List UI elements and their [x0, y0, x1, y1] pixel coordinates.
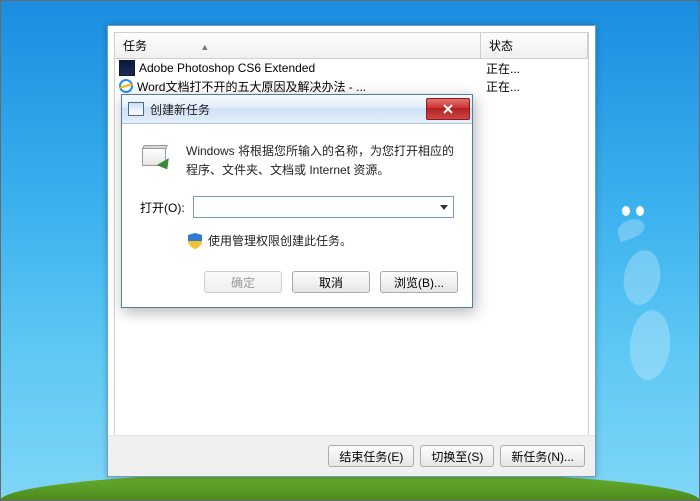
task-manager-button-bar: 结束任务(E) 切换至(S) 新任务(N)...	[108, 435, 595, 476]
ok-button[interactable]: 确定	[204, 271, 282, 293]
dialog-message: Windows 将根据您所输入的名称，为您打开相应的程序、文件夹、文档或 Int…	[186, 142, 454, 180]
desktop-leaf	[619, 247, 664, 307]
dialog-title: 创建新任务	[150, 101, 426, 118]
browse-button[interactable]: 浏览(B)...	[380, 271, 458, 293]
close-icon	[443, 104, 453, 114]
column-header-status-label: 状态	[489, 39, 513, 53]
cancel-button[interactable]: 取消	[292, 271, 370, 293]
task-row[interactable]: Adobe Photoshop CS6 Extended 正在...	[115, 59, 588, 77]
column-header-task-label: 任务	[123, 39, 147, 53]
ie-icon	[119, 79, 133, 93]
switch-to-button[interactable]: 切换至(S)	[420, 445, 494, 467]
open-label: 打开(O):	[140, 199, 185, 216]
run-dialog-icon	[140, 142, 172, 170]
close-button[interactable]	[426, 98, 470, 120]
dialog-button-bar: 确定 取消 浏览(B)...	[122, 257, 472, 307]
new-task-button[interactable]: 新任务(N)...	[500, 445, 585, 467]
desktop-butterfly	[626, 206, 640, 220]
column-header-task[interactable]: 任务 ▲	[115, 33, 481, 58]
task-row[interactable]: Word文档打不开的五大原因及解决办法 - ... 正在...	[115, 77, 588, 95]
end-task-button[interactable]: 结束任务(E)	[328, 445, 414, 467]
photoshop-icon	[119, 60, 135, 76]
dialog-titlebar[interactable]: 创建新任务	[122, 95, 472, 124]
task-status: 正在...	[486, 60, 584, 77]
open-input[interactable]	[193, 196, 454, 218]
column-header-status[interactable]: 状态	[481, 33, 588, 58]
create-new-task-dialog: 创建新任务 Windows 将根据您所输入的名称，为您打开相应的程序、文件夹、文…	[121, 94, 473, 308]
task-status: 正在...	[486, 78, 584, 95]
task-list-header: 任务 ▲ 状态	[115, 33, 588, 59]
task-name: Adobe Photoshop CS6 Extended	[139, 61, 315, 75]
combobox-dropdown-button[interactable]	[435, 197, 453, 217]
shield-icon	[188, 233, 202, 249]
admin-privilege-note: 使用管理权限创建此任务。	[208, 232, 352, 249]
sort-indicator-icon: ▲	[200, 42, 209, 52]
open-combobox[interactable]	[193, 196, 454, 218]
desktop-leaf	[627, 308, 673, 381]
dialog-title-icon	[128, 102, 144, 116]
task-name: Word文档打不开的五大原因及解决办法 - ...	[137, 78, 366, 95]
